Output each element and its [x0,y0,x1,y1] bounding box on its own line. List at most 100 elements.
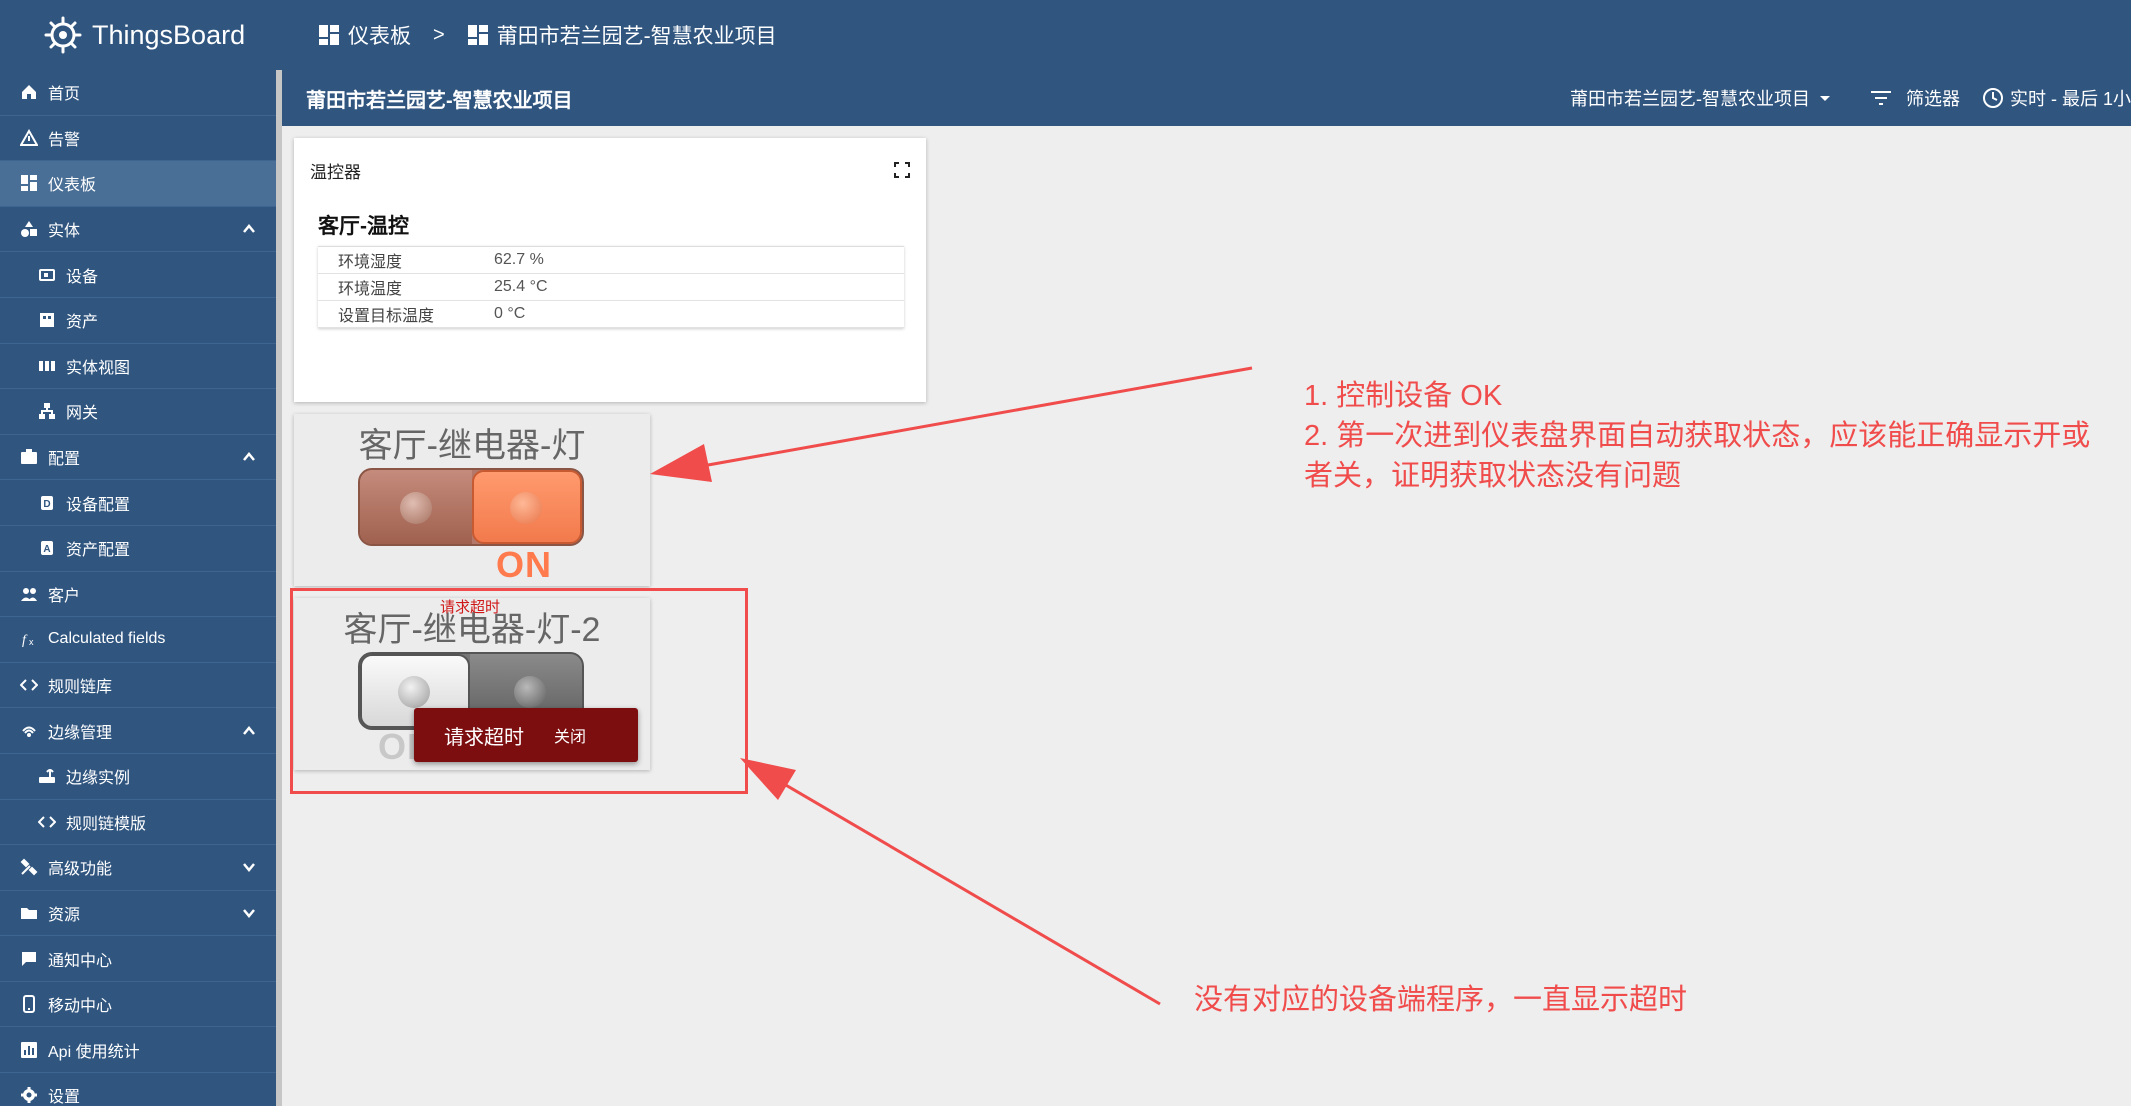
dashboard-icon [319,25,339,45]
sidebar-item[interactable]: D 设备配置 [0,480,276,526]
sidebar-item[interactable]: 设置 [0,1073,276,1106]
sidebar-item[interactable]: 实体视图 [0,344,276,390]
attribute-value: 25.4 °C [494,278,548,295]
thingsboard-logo-icon [44,16,82,54]
sidebar-item[interactable]: 设备 [0,252,276,298]
router-icon [38,767,56,785]
sidebar-item-label: 实体视图 [66,359,131,377]
switch-knob-on [510,492,542,524]
table-row: 环境温度 25.4 °C [318,274,904,301]
sidebar-item[interactable]: 客户 [0,572,276,618]
sidebar-item[interactable]: Api 使用统计 [0,1027,276,1074]
sidebar-item[interactable]: 规则链模版 [0,800,276,846]
asset-icon [38,311,56,329]
sidebar-item[interactable]: 配置 [0,435,276,481]
timewindow-button[interactable]: 实时 - 最后 1小 [1982,85,2131,111]
sidebar-item[interactable]: 边缘管理 [0,708,276,754]
chevron-up-icon [243,452,255,461]
sidebar-item-label: 网关 [66,405,99,423]
sidebar-item-label: Calculated fields [48,630,166,648]
switch-state-on: ON [496,544,552,585]
dashboard-icon [467,25,488,45]
customers-icon [20,585,38,603]
attribute-key: 设置目标温度 [338,308,435,325]
sidebar-item[interactable]: 仪表板 [0,161,276,207]
switch-knob-off [400,492,432,524]
dashboard-toolbar: 莆田市若兰园艺-智慧农业项目 莆田市若兰园艺-智慧农业项目 筛选器 实时 - 最… [282,70,2131,126]
sidebar-item-label: 客户 [48,587,81,605]
dropdown-arrow-icon [1819,96,1830,101]
code-icon [20,676,38,694]
breadcrumb-separator: > [433,23,445,46]
profile-icon [20,448,38,466]
sidebar-item-label: 资产 [66,314,99,332]
state-select-label: 莆田市若兰园艺-智慧农业项目 [1569,89,1810,109]
sidebar-item-label: Api 使用统计 [48,1043,140,1061]
annotation-note-2: 没有对应的设备端程序，一直显示超时 [1194,984,1688,1016]
breadcrumb-current-label: 莆田市若兰园艺-智慧农业项目 [496,25,777,48]
sidebar-item-label: 边缘管理 [48,724,113,742]
asset-profile-icon: A [38,539,56,557]
filter-label: 筛选器 [1905,89,1960,109]
settings-icon [20,1086,38,1104]
logo[interactable]: ThingsBoard [0,14,280,56]
sidebar-item-label: 资产配置 [66,542,131,560]
app-name: ThingsBoard [92,19,246,50]
sidebar-item-label: 通知中心 [48,952,113,970]
entity-icon [20,220,38,238]
breadcrumb: 仪表板 > 莆田市若兰园艺-智慧农业项目 [280,20,777,50]
switch-toggle[interactable] [358,468,584,546]
sidebar-item-label: 配置 [48,451,81,469]
sidebar-item-label: 仪表板 [48,177,97,195]
sidebar-item[interactable]: 告警 [0,116,276,162]
sidebar-item-label: 实体 [48,223,81,241]
sidebar-item-label: 规则链库 [48,679,113,697]
filter-icon [1870,91,1891,105]
sidebar-item[interactable]: 通知中心 [0,936,276,982]
sidebar-item[interactable]: 移动中心 [0,982,276,1028]
breadcrumb-dashboards[interactable]: 仪表板 [318,20,411,50]
table-row: 设置目标温度 0 °C [318,301,904,328]
sidebar-item-label: 设备 [66,268,99,286]
attribute-value: 0 °C [494,305,526,322]
fullscreen-icon[interactable] [894,162,910,178]
sidebar-item[interactable]: f x Calculated fields [0,617,276,663]
sidebar-item[interactable]: 首页 [0,70,276,116]
annotation-line: 者关，证明获取状态没有问题 [1304,460,1682,492]
attribute-table: 环境湿度 62.7 % 环境温度 25.4 °C 设置目标温度 0 °C [318,246,904,328]
thermostat-widget: 温控器 客厅-温控 环境湿度 62.7 % 环境温度 25.4 °C 设置目标温度 0 °… [294,138,926,402]
sidebar-item-label: 边缘实例 [66,770,131,788]
device-name: 客厅-温控 [318,215,409,238]
edge-icon [20,722,38,740]
sidebar-item[interactable]: 规则链库 [0,663,276,709]
sidebar-item-label: 设置 [48,1089,81,1106]
svg-text:A: A [43,544,50,555]
sidebar-item[interactable]: 边缘实例 [0,754,276,800]
breadcrumb-current[interactable]: 莆田市若兰园艺-智慧农业项目 [467,20,777,50]
sidebar-item[interactable]: A 资产配置 [0,526,276,572]
warning-icon [20,128,38,147]
function-icon: fx [20,630,38,648]
breadcrumb-root-label: 仪表板 [348,25,411,48]
dashboard-state-select[interactable]: 莆田市若兰园艺-智慧农业项目 [1570,85,1832,111]
sidebar-item[interactable]: 资产 [0,298,276,344]
filter-button[interactable]: 筛选器 [1870,85,1960,111]
sidebar-item[interactable]: 高级功能 [0,845,276,891]
annotation-line: 2. 第一次进到仪表盘界面自动获取状态，应该能正确显示开或 [1304,420,2091,452]
sidebar-item-label: 首页 [48,86,81,104]
sidebar-item-label: 规则链模版 [66,815,147,833]
widget-title: 温控器 [310,163,361,182]
dashboard-title: 莆田市若兰园艺-智慧农业项目 [306,89,573,112]
svg-text:D: D [43,499,50,510]
sidebar-item-label: 资源 [48,906,81,924]
annotation-note-1: 1. 控制设备 OK 2. 第一次进到仪表盘界面自动获取状态，应该能正确显示开或… [1304,376,2124,496]
sidebar-item[interactable]: 网关 [0,389,276,435]
dashboard-icon [20,174,38,192]
sidebar-item[interactable]: 资源 [0,891,276,937]
sidebar-item[interactable]: 实体 [0,207,276,253]
gateway-icon [38,402,56,420]
chevron-down-icon [243,909,255,918]
mobile-icon [20,995,38,1014]
top-bar: ThingsBoard 仪表板 > 莆田市若兰园艺-智慧农业项目 [0,0,2131,70]
clock-icon [1982,88,2003,108]
